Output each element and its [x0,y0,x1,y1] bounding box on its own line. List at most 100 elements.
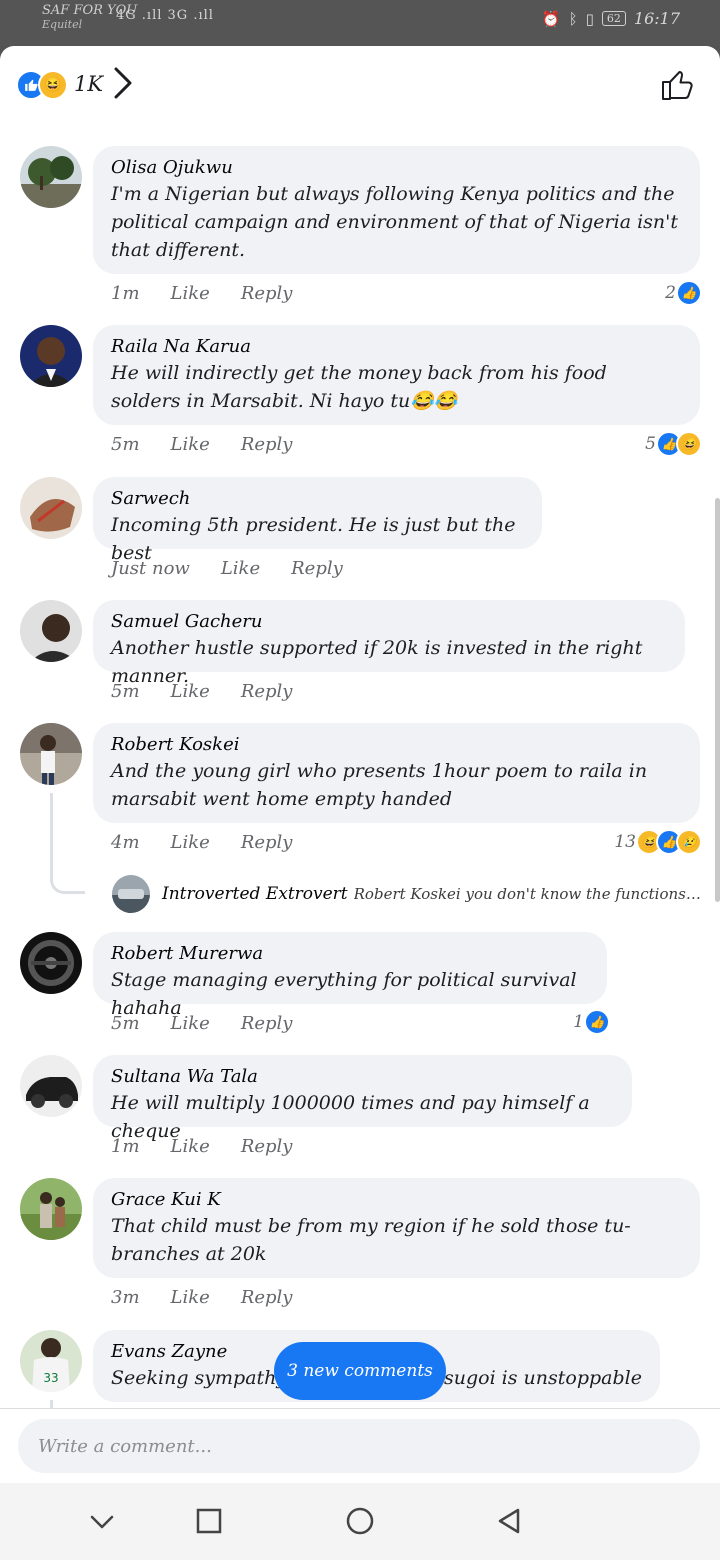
status-icons: ⏰ ᛒ ▯ 62 16:17 [542,9,680,28]
like-link[interactable]: Like [171,1013,210,1034]
comment-bubble[interactable]: Samuel Gacheru Another hustle supported … [93,600,685,687]
comment-actions: 4m Like Reply [111,832,292,853]
like-link[interactable]: Like [171,1287,210,1308]
comment-time: Just now [111,558,190,579]
bluetooth-icon: ᛒ [568,9,578,28]
comment-text: And the young girl who presents 1hour po… [111,760,648,810]
comment-time: 1m [111,283,140,304]
comment-input[interactable]: Write a comment... [18,1419,700,1473]
avatar[interactable] [20,723,82,785]
reply-link[interactable]: Reply [241,283,293,304]
thumbs-up-icon [25,79,38,91]
reaction-count: 5 [645,434,656,454]
chevron-right-icon[interactable] [112,66,134,108]
new-comments-button[interactable]: 3 new comments [274,1342,446,1400]
thread-connector [50,1400,85,1408]
comment-author[interactable]: Samuel Gacheru [111,610,667,634]
clock: 16:17 [633,9,680,28]
comment-text: That child must be from my region if he … [111,1215,631,1265]
reaction-summary[interactable]: 😆 [16,70,72,100]
reply-link[interactable]: Reply [241,681,293,702]
reply-link[interactable]: Reply [241,1136,293,1157]
reply-author[interactable]: Introverted Extrovert [162,884,348,904]
like-link[interactable]: Like [171,1136,210,1157]
status-bar: SAF FOR YOU Equitel 4G .ıll 3G .ıll ⏰ ᛒ … [0,0,720,46]
avatar[interactable] [112,875,150,913]
reaction-count: 2 [665,283,676,303]
reply-preview[interactable]: Introverted Extrovert Robert Koskei you … [112,875,702,913]
reaction-count[interactable]: 1K [74,72,103,96]
comment-time: 1m [111,1136,140,1157]
comment-author[interactable]: Sultana Wa Tala [111,1065,614,1089]
reply-text: Robert Koskei you don't know the functio… [353,885,702,903]
reply-link[interactable]: Reply [241,434,293,455]
avatar[interactable] [20,146,82,208]
avatar[interactable] [20,1178,82,1240]
comment-author[interactable]: Robert Murerwa [111,942,589,966]
comment-actions: 3m Like Reply [111,1287,292,1308]
comment-actions: 5m Like Reply [111,434,292,455]
avatar[interactable]: 33 [20,1330,82,1392]
battery-icon: 62 [601,11,626,26]
comment-text: He will indirectly get the money back fr… [111,362,607,412]
comment-author[interactable]: Sarwech [111,487,524,511]
like-link[interactable]: Like [171,283,210,304]
scrollbar[interactable] [715,498,720,902]
comment-bubble[interactable]: Sarwech Incoming 5th president. He is ju… [93,477,542,564]
thumbs-up-icon[interactable] [660,68,694,102]
reply-link[interactable]: Reply [241,1013,293,1034]
svg-text:33: 33 [43,1371,58,1385]
avatar[interactable] [20,325,82,387]
comment-reactions[interactable]: 2 👍 [665,280,702,306]
like-reaction-icon: 👍 [676,280,702,306]
vibrate-icon: ▯ [585,9,594,28]
comment-time: 5m [111,1013,140,1034]
reply-link[interactable]: Reply [241,832,293,853]
avatar[interactable] [20,1055,82,1117]
comment-bubble[interactable]: Olisa Ojukwu I'm a Nigerian but always f… [93,146,700,274]
comment-bubble[interactable]: Raila Na Karua He will indirectly get th… [93,325,700,425]
comment-bubble[interactable]: Grace Kui K That child must be from my r… [93,1178,700,1278]
haha-reaction-icon: 😆 [38,70,68,100]
alarm-icon: ⏰ [541,9,561,28]
sad-reaction-icon: 😢 [676,829,702,855]
like-link[interactable]: Like [171,434,210,455]
reply-link[interactable]: Reply [241,1287,293,1308]
comment-author[interactable]: Robert Koskei [111,733,682,757]
signal-icon: 4G .ıll 3G .ıll [116,8,214,23]
like-link[interactable]: Like [221,558,260,579]
back-triangle-icon[interactable] [494,1505,526,1537]
comment-author[interactable]: Grace Kui K [111,1188,682,1212]
reaction-count: 1 [573,1012,584,1032]
comment-reactions[interactable]: 1 👍 [573,1009,610,1035]
comment-text-right: o sugoi is unstoppable [426,1367,643,1389]
recents-square-icon[interactable] [193,1505,225,1537]
reaction-count: 13 [614,832,636,852]
comment-composer: Write a comment... [0,1408,720,1484]
comment-time: 4m [111,832,140,853]
comment-actions: Just now Like Reply [111,558,343,579]
like-link[interactable]: Like [171,681,210,702]
system-nav-bar [0,1483,720,1560]
comment-reactions[interactable]: 13 😆 👍 😢 [614,829,702,855]
avatar[interactable] [20,932,82,994]
avatar[interactable] [20,600,82,662]
avatar[interactable] [20,477,82,539]
comment-bubble[interactable]: Sultana Wa Tala He will multiply 1000000… [93,1055,632,1142]
comment-author[interactable]: Raila Na Karua [111,335,682,359]
haha-reaction-icon: 😆 [676,431,702,457]
comment-author[interactable]: Olisa Ojukwu [111,156,682,180]
chevron-down-icon[interactable] [86,1505,118,1537]
comments-sheet: 😆 1K Olisa Ojukwu I'm a Nigerian but alw… [0,46,720,1408]
like-link[interactable]: Like [171,832,210,853]
comment-reactions[interactable]: 5 👍 😆 [645,431,702,457]
sheet-header: 😆 1K [0,46,720,126]
home-circle-icon[interactable] [344,1505,376,1537]
comment-bubble[interactable]: Robert Koskei And the young girl who pre… [93,723,700,823]
comment-bubble[interactable]: Robert Murerwa Stage managing everything… [93,932,607,1019]
comment-time: 5m [111,681,140,702]
comment-actions: 1m Like Reply [111,1136,292,1157]
reply-link[interactable]: Reply [291,558,343,579]
comment-actions: 5m Like Reply [111,1013,292,1034]
comment-time: 5m [111,434,140,455]
